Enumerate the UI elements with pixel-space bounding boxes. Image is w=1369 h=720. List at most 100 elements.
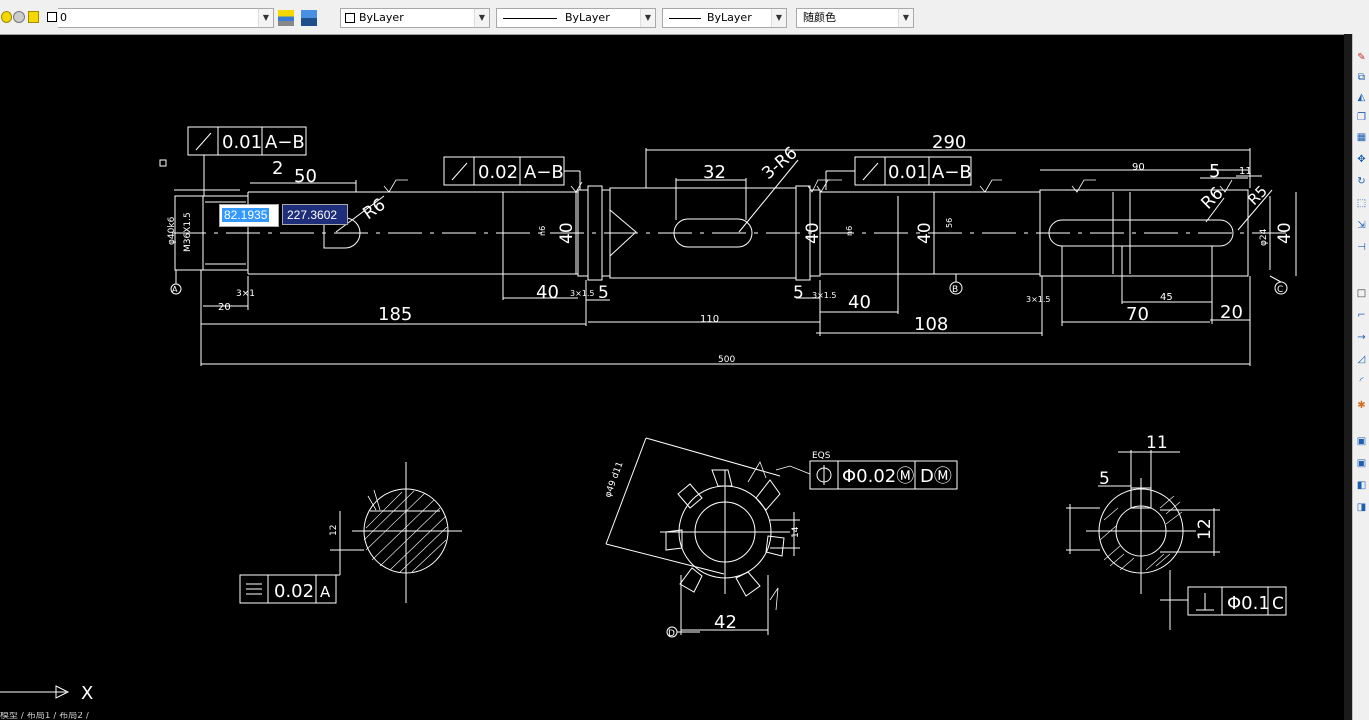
mirror-icon[interactable]: ◭ xyxy=(1356,92,1367,103)
lock-icon xyxy=(28,11,39,23)
dynamic-input-x[interactable]: 82.1935 xyxy=(219,204,279,227)
drawing-canvas[interactable]: 0.01 A−B 0.02 A−B 0.01 A−B 290 50 2 32 3… xyxy=(0,34,1344,720)
dim-n6a: n6 xyxy=(538,226,547,236)
dim-185: 185 xyxy=(378,304,412,325)
sun-icon xyxy=(13,11,25,23)
dim-5a: 5 xyxy=(1209,161,1220,182)
dim-108: 108 xyxy=(914,314,948,335)
dim-5c: 5 xyxy=(793,283,804,303)
dim-3x15a: 3×1.5 xyxy=(570,289,595,298)
dim-phi40: φ40k6 xyxy=(167,216,177,245)
layer-previous-icon[interactable] xyxy=(301,10,317,26)
color-dropdown[interactable]: ByLayer ▼ xyxy=(340,8,490,28)
lineweight-sample xyxy=(669,18,701,19)
datum-markers xyxy=(170,270,1288,638)
chevron-down-icon: ▼ xyxy=(640,9,655,27)
dim-40d: 40 xyxy=(536,282,559,303)
draworder-front-icon[interactable]: ▣ xyxy=(1356,436,1367,447)
chevron-down-icon: ▼ xyxy=(474,9,489,27)
properties-toolbar: 0 ▼ ByLayer ▼ ByLayer ▼ ByLayer ▼ 随颜色 ▼ xyxy=(0,0,1369,35)
ucs-x-label: X xyxy=(81,683,93,704)
linetype-sample xyxy=(503,18,557,19)
erase-icon[interactable]: ✎ xyxy=(1356,52,1367,63)
dim-42: 42 xyxy=(714,612,737,633)
make-current-layer-icon[interactable] xyxy=(278,10,294,26)
stretch-icon[interactable]: ⇲ xyxy=(1356,220,1367,231)
modify-toolbar: ✎ ⧉ ◭ ❐ ▦ ✥ ↻ ⬚ ⇲ ⊣ □ ⌐ → ◿ ◜ ✱ ▣ ▣ ◧ ◨ xyxy=(1352,34,1369,720)
scale-icon[interactable]: ⬚ xyxy=(1356,198,1367,209)
dim-70: 70 xyxy=(1126,304,1149,325)
chamfer-icon[interactable]: ◿ xyxy=(1356,354,1367,365)
fcf-5-tol: Φ0.02Ⓜ xyxy=(842,466,914,487)
layer-dropdown[interactable]: 0 ▼ xyxy=(58,8,274,28)
draworder-back-icon[interactable]: ▣ xyxy=(1356,458,1367,469)
linetype-value: ByLayer xyxy=(565,11,610,24)
array-icon[interactable]: ▦ xyxy=(1356,132,1367,143)
dim-20a: 20 xyxy=(218,302,231,313)
draworder-above-icon[interactable]: ◧ xyxy=(1356,480,1367,491)
vertical-dimension-lines xyxy=(575,192,1297,276)
vertical-scrollbar[interactable] xyxy=(1344,34,1352,720)
datum-B: B xyxy=(952,285,958,295)
lineweight-dropdown[interactable]: ByLayer ▼ xyxy=(662,8,787,28)
move-icon[interactable]: ✥ xyxy=(1356,154,1367,165)
dim-56: 56 xyxy=(945,218,954,228)
dim-110: 110 xyxy=(700,314,719,325)
dim-n6b: n6 xyxy=(845,226,854,236)
dim-50: 50 xyxy=(294,166,317,187)
fcf-4-tol: 0.02 xyxy=(274,581,314,602)
layout-tabs[interactable]: 模型 / 布局1 / 布局2 / xyxy=(0,712,300,720)
datum-A: A xyxy=(172,285,178,294)
explode-icon[interactable]: ✱ xyxy=(1356,400,1367,411)
dim-14: 14 xyxy=(791,526,801,538)
fillet-icon[interactable]: ◜ xyxy=(1356,376,1367,387)
dim-500: 500 xyxy=(718,355,735,365)
chevron-down-icon: ▼ xyxy=(258,9,273,27)
lightbulb-icon xyxy=(1,11,12,23)
dim-R6b: R6 xyxy=(1197,183,1227,213)
dim-12a: 12 xyxy=(329,525,339,536)
dynamic-input-y[interactable]: 227.3602 xyxy=(282,204,348,225)
rotate-icon[interactable]: ↻ xyxy=(1356,176,1367,187)
dim-11b: 11 xyxy=(1146,433,1168,453)
dimension-lines-bottom xyxy=(200,192,1251,366)
dim-40a: 40 xyxy=(557,222,577,244)
fcf-1-datum: A−B xyxy=(265,132,305,153)
layer-color-swatch xyxy=(47,12,57,22)
dim-12b: 12 xyxy=(1195,518,1215,540)
datum-C: C xyxy=(1277,285,1283,295)
dim-45: 45 xyxy=(1160,292,1173,303)
dim-M36: M36X1.5 xyxy=(183,212,193,252)
dim-2: 2 xyxy=(272,158,283,179)
linetype-dropdown[interactable]: ByLayer ▼ xyxy=(496,8,656,28)
lineweight-value: ByLayer xyxy=(707,11,752,24)
dim-290: 290 xyxy=(932,132,966,153)
dim-90: 90 xyxy=(1132,162,1145,173)
dim-40c: 40 xyxy=(915,222,935,244)
fcf-4-datum: A xyxy=(320,583,331,601)
dim-3x1a: 3×1 xyxy=(236,289,255,299)
break-icon[interactable]: □ xyxy=(1356,288,1367,299)
color-value: ByLayer xyxy=(359,11,404,24)
fcf-6-tol: Φ0.1 xyxy=(1227,593,1270,614)
dim-5d: 5 xyxy=(1099,469,1110,489)
draworder-under-icon[interactable]: ◨ xyxy=(1356,502,1367,513)
plotstyle-dropdown[interactable]: 随颜色 ▼ xyxy=(796,8,914,28)
layer-state-icons[interactable] xyxy=(0,11,57,25)
chevron-down-icon: ▼ xyxy=(771,9,786,27)
dim-40e: 40 xyxy=(848,292,871,313)
plotstyle-value: 随颜色 xyxy=(803,11,836,24)
offset-icon[interactable]: ❐ xyxy=(1356,112,1367,123)
extend-icon[interactable]: → xyxy=(1356,332,1367,343)
fcf-1-tol: 0.01 xyxy=(222,132,262,153)
copy-icon[interactable]: ⧉ xyxy=(1356,72,1367,83)
fcf-3-datum: A−B xyxy=(932,162,972,183)
grip-marker[interactable] xyxy=(159,159,167,167)
color-swatch xyxy=(341,9,357,27)
fcf-5-datum: DⓂ xyxy=(920,466,952,487)
join-icon[interactable]: ⌐ xyxy=(1356,310,1367,321)
trim-icon[interactable]: ⊣ xyxy=(1356,242,1367,253)
fcf-2-tol: 0.02 xyxy=(478,162,518,183)
fcf-6-datum: C xyxy=(1272,594,1284,614)
dim-3x15c: 3×1.5 xyxy=(1026,295,1051,304)
